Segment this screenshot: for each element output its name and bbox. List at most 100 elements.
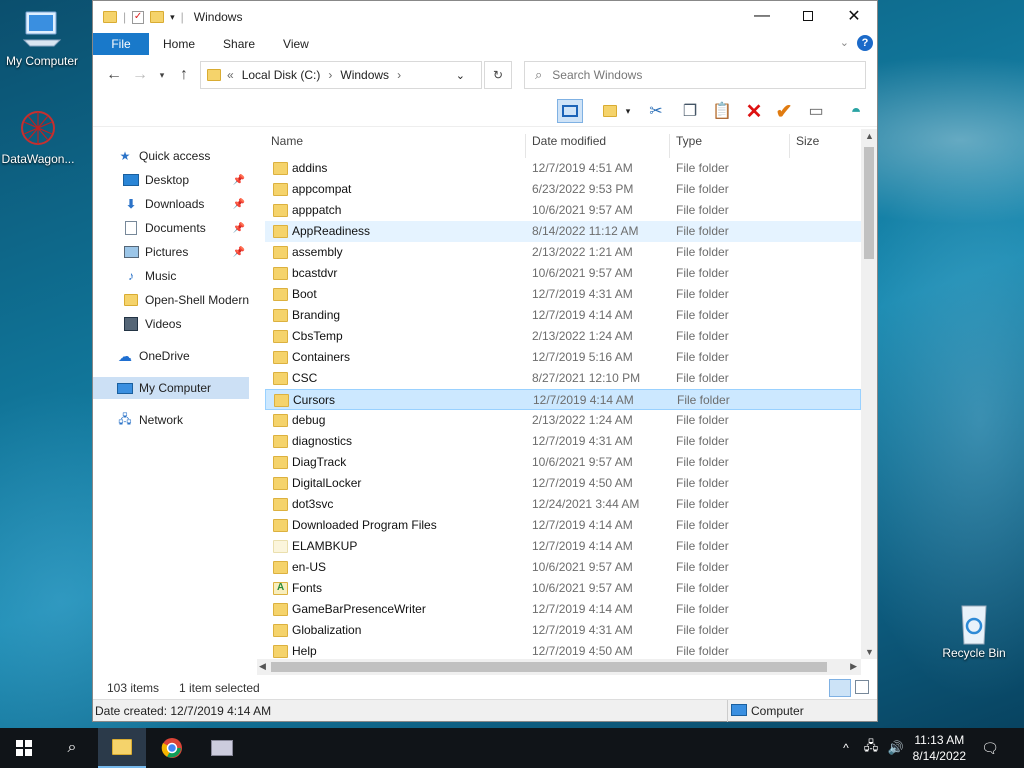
table-row[interactable]: Branding 12/7/2019 4:14 AM File folder — [265, 305, 861, 326]
address-dropdown-chevron-icon[interactable]: ⌄ — [456, 69, 465, 82]
nav-quick-access[interactable]: ★ Quick access — [117, 145, 249, 167]
file-date: 10/6/2021 9:57 AM — [532, 581, 633, 595]
expand-ribbon-chevron-icon[interactable]: ⌄ — [840, 36, 849, 49]
clock[interactable]: 11:13 AM 8/14/2022 — [913, 732, 966, 764]
nav-onedrive[interactable]: ☁ OneDrive — [117, 345, 249, 367]
pin-icon[interactable]: 📌 — [233, 223, 245, 234]
desktop-icon-datawagon[interactable]: DataWagon... — [0, 108, 80, 166]
desktop-icon-recycle-bin[interactable]: Recycle Bin — [932, 602, 1016, 660]
table-row[interactable]: addins 12/7/2019 4:51 AM File folder — [265, 158, 861, 179]
table-row[interactable]: Containers 12/7/2019 5:16 AM File folder — [265, 347, 861, 368]
cut-icon[interactable]: ✂ — [643, 99, 669, 123]
table-row[interactable]: bcastdvr 10/6/2021 9:57 AM File folder — [265, 263, 861, 284]
nav-documents[interactable]: Documents 📌 — [123, 217, 249, 239]
nav-videos[interactable]: Videos — [123, 313, 249, 335]
breadcrumb-separator[interactable]: › — [397, 68, 401, 82]
large-icons-view-icon[interactable] — [855, 680, 869, 694]
volume-icon[interactable]: 🔊 — [884, 728, 908, 768]
table-row[interactable]: appcompat 6/23/2022 9:53 PM File folder — [265, 179, 861, 200]
tab-home[interactable]: Home — [149, 33, 209, 55]
table-row[interactable]: diagnostics 12/7/2019 4:31 AM File folder — [265, 431, 861, 452]
copy-icon[interactable]: ❐ — [677, 99, 703, 123]
delete-icon[interactable]: ✕ — [741, 99, 767, 123]
table-row[interactable]: CSC 8/27/2021 12:10 PM File folder — [265, 368, 861, 389]
table-row[interactable]: GameBarPresenceWriter 12/7/2019 4:14 AM Fi… — [265, 599, 861, 620]
table-row[interactable]: A Fonts 10/6/2021 9:57 AM File folder — [265, 578, 861, 599]
breadcrumb-local-disk[interactable]: Local Disk (C:) — [242, 68, 321, 82]
table-row[interactable]: Globalization 12/7/2019 4:31 AM File folde… — [265, 620, 861, 641]
nav-network[interactable]: 🖧 Network — [117, 409, 249, 431]
breadcrumb-separator[interactable]: › — [328, 68, 332, 82]
help-icon[interactable]: ? — [857, 35, 873, 51]
nav-my-computer[interactable]: My Computer — [93, 377, 249, 399]
back-button[interactable]: ← — [101, 66, 127, 84]
network-status-icon[interactable]: 🖧 — [858, 728, 884, 768]
location-label: Computer — [751, 704, 804, 718]
column-type[interactable]: Type — [676, 134, 702, 148]
tab-file[interactable]: File — [93, 33, 149, 55]
table-row[interactable]: AppReadiness 8/14/2022 11:12 AM File folde… — [265, 221, 861, 242]
address-bar[interactable]: « Local Disk (C:) › Windows › ⌄ — [200, 61, 482, 89]
refresh-button[interactable]: ↻ — [484, 61, 512, 89]
show-hidden-icons-chevron-icon[interactable]: ^ — [834, 728, 858, 768]
view-dropdown-chevron-icon[interactable]: ▾ — [621, 99, 635, 123]
horizontal-scrollbar[interactable]: ◀ ▶ — [257, 659, 861, 675]
column-size[interactable]: Size — [796, 134, 819, 148]
nav-music[interactable]: ♪ Music — [123, 265, 249, 287]
table-row[interactable]: apppatch 10/6/2021 9:57 AM File folder — [265, 200, 861, 221]
table-row[interactable]: Boot 12/7/2019 4:31 AM File folder — [265, 284, 861, 305]
search-box[interactable]: ⌕ Search Windows — [524, 61, 866, 89]
forward-button[interactable]: → — [127, 66, 153, 84]
file-explorer-taskbar-button[interactable] — [98, 728, 146, 768]
minimize-button[interactable]: — — [739, 1, 785, 31]
search-icon[interactable]: ⌕ — [48, 728, 96, 768]
column-date-modified[interactable]: Date modified — [532, 134, 606, 148]
close-button[interactable]: ✕ — [831, 1, 877, 31]
nav-downloads[interactable]: ⬇ Downloads 📌 — [123, 193, 249, 215]
table-row[interactable]: Help 12/7/2019 4:50 AM File folder — [265, 641, 861, 659]
vertical-scrollbar[interactable]: ▲ ▼ — [861, 129, 877, 659]
table-row[interactable]: dot3svc 12/24/2021 3:44 AM File folder — [265, 494, 861, 515]
details-view-icon[interactable] — [829, 679, 851, 697]
table-row[interactable]: debug 2/13/2022 1:24 AM File folder — [265, 410, 861, 431]
column-name[interactable]: Name — [271, 134, 303, 148]
pin-icon[interactable]: 📌 — [233, 175, 245, 186]
pin-icon[interactable]: 📌 — [233, 247, 245, 258]
table-row[interactable]: DigitalLocker 12/7/2019 4:50 AM File folde… — [265, 473, 861, 494]
table-row[interactable]: Downloaded Program Files 12/7/2019 4:14 A… — [265, 515, 861, 536]
address-overflow[interactable]: « — [227, 68, 234, 82]
table-row[interactable]: ELAMBKUP 12/7/2019 4:14 AM File folder — [265, 536, 861, 557]
app-taskbar-button[interactable] — [198, 728, 246, 768]
new-folder-icon[interactable] — [597, 99, 623, 123]
pin-icon[interactable]: 📌 — [233, 199, 245, 210]
customize-quick-access-chevron-icon[interactable]: ▾ — [170, 12, 175, 23]
scroll-thumb[interactable] — [271, 662, 827, 672]
table-row[interactable]: en-US 10/6/2021 9:57 AM File folder — [265, 557, 861, 578]
preview-pane-icon[interactable] — [557, 99, 583, 123]
start-button[interactable] — [0, 728, 48, 768]
nav-open-shell-modern[interactable]: Open-Shell Modern — [123, 289, 249, 311]
new-folder-icon[interactable] — [150, 11, 165, 23]
notifications-icon[interactable]: 🗨 — [970, 728, 1010, 768]
chrome-taskbar-button[interactable] — [148, 728, 196, 768]
nav-pictures[interactable]: Pictures 📌 — [123, 241, 249, 263]
table-row[interactable]: assembly 2/13/2022 1:21 AM File folder — [265, 242, 861, 263]
properties-icon[interactable]: ✓ — [132, 10, 145, 24]
search-input[interactable]: Search Windows — [552, 68, 642, 82]
breadcrumb-windows[interactable]: Windows — [340, 68, 389, 82]
recent-locations-chevron-icon[interactable]: ▾ — [153, 70, 171, 81]
table-row[interactable]: Cursors 12/7/2019 4:14 AM File folder — [265, 389, 861, 410]
table-row[interactable]: CbsTemp 2/13/2022 1:24 AM File folder — [265, 326, 861, 347]
up-button[interactable]: ↑ — [171, 66, 197, 84]
paste-icon[interactable]: 📋 — [709, 99, 735, 123]
tab-view[interactable]: View — [269, 33, 323, 55]
desktop-icon-my-computer[interactable]: My Computer — [0, 10, 84, 68]
rename-icon[interactable]: ▭ — [803, 99, 829, 123]
scroll-thumb[interactable] — [864, 147, 874, 259]
tab-share[interactable]: Share — [209, 33, 269, 55]
shell-icon[interactable]: ◓ — [843, 99, 869, 123]
check-icon[interactable]: ✔ — [771, 99, 797, 123]
maximize-button[interactable] — [785, 1, 831, 31]
table-row[interactable]: DiagTrack 10/6/2021 9:57 AM File folder — [265, 452, 861, 473]
nav-desktop[interactable]: Desktop 📌 — [123, 169, 249, 191]
